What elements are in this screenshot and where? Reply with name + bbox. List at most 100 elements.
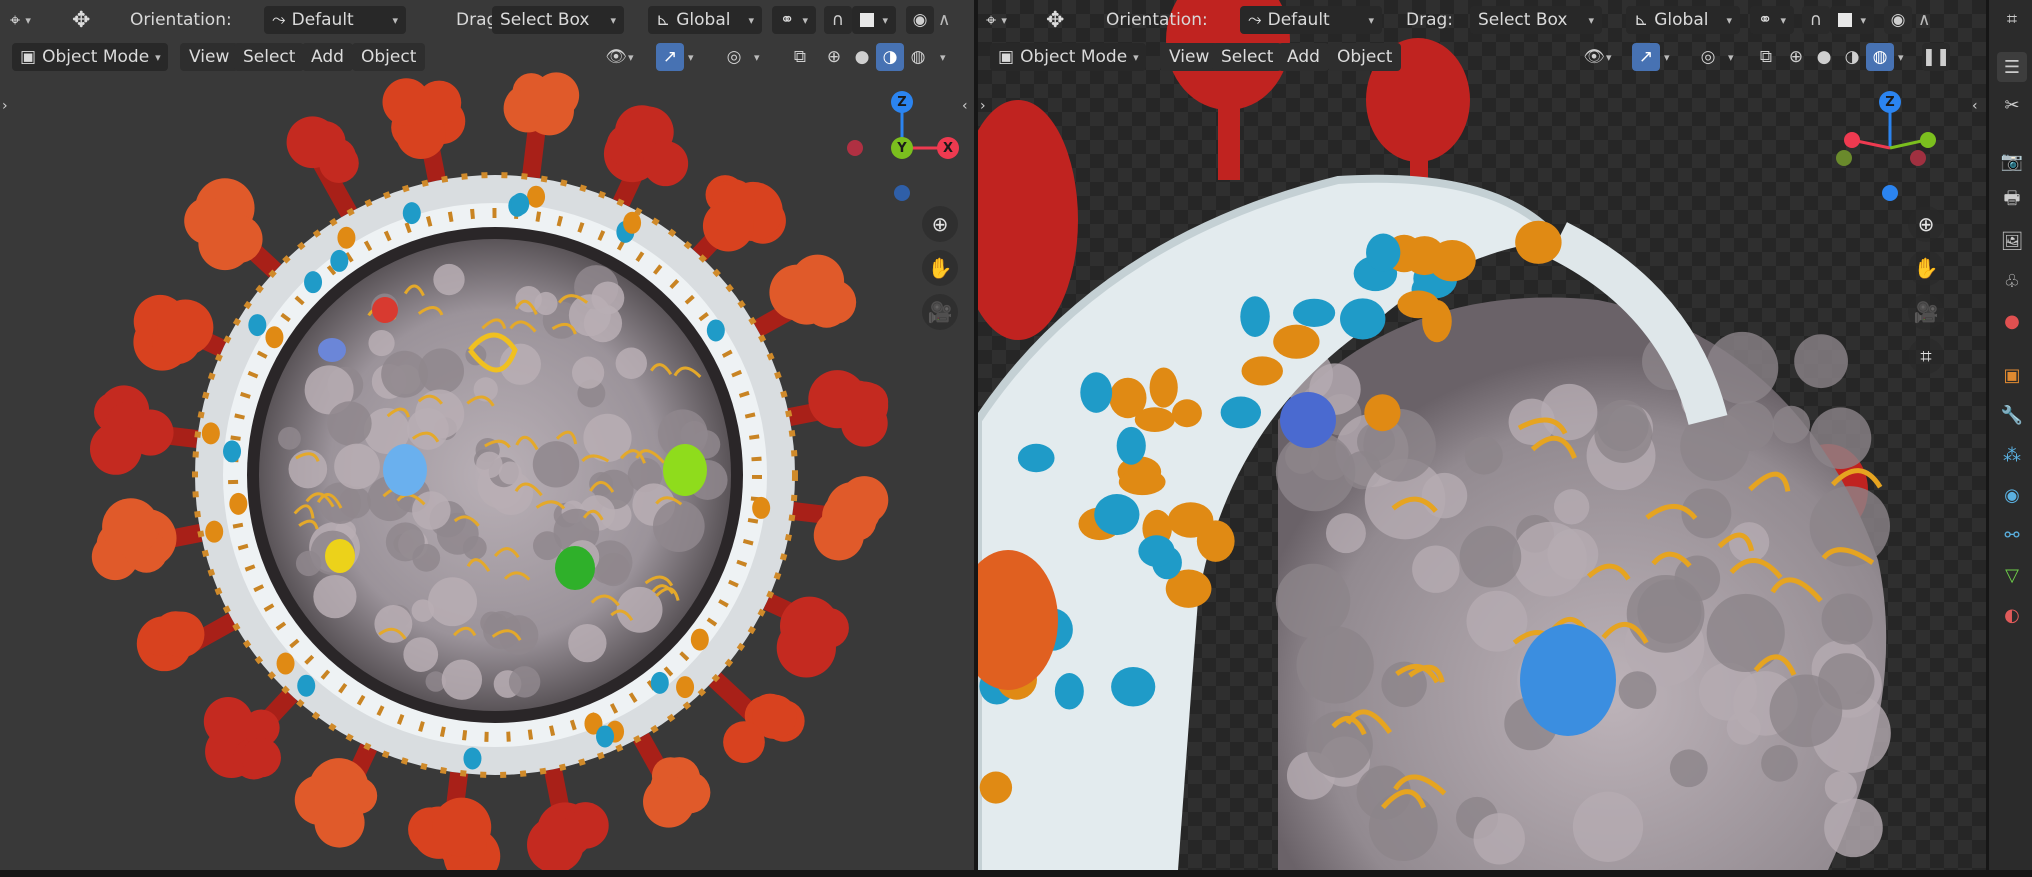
zoom-button[interactable]: ⊕ — [922, 206, 958, 242]
transform-orientation-dropdown[interactable]: ⊾ Global ▾ — [1626, 6, 1740, 34]
menu-select[interactable]: Select — [234, 43, 305, 71]
falloff-dropdown[interactable]: ∧ — [1918, 6, 1946, 34]
tab-data[interactable]: ▽ — [1997, 560, 2027, 590]
chevron-down-icon[interactable]: ▾ — [688, 43, 704, 71]
visibility-toggle[interactable]: 👁 — [602, 43, 630, 71]
proportional-editing-toggle[interactable]: ◉ — [906, 6, 934, 34]
gizmo-x-axis[interactable]: X — [937, 137, 959, 159]
zoom-button[interactable]: ⊕ — [1908, 206, 1944, 242]
drag-dropdown[interactable]: Select Box ▾ — [1470, 6, 1602, 34]
shading-rendered[interactable]: ◍ — [1866, 43, 1894, 71]
chevron-down-icon[interactable]: ▾ — [1664, 43, 1680, 71]
tab-particles[interactable]: ⁂ — [1997, 440, 2027, 470]
chevron-down-icon[interactable]: ▾ — [1898, 43, 1914, 71]
properties-editor-type-icon[interactable]: ⌗ — [1997, 4, 2027, 34]
viewport-left[interactable]: ⌖ ▾ ✥ Orientation: ⤳ Default ▾ Drag: Sel… — [0, 0, 974, 870]
tab-output[interactable]: 🖶 — [1997, 186, 2027, 216]
gizmo-neg-y[interactable] — [1836, 150, 1852, 166]
snap-target-dropdown[interactable]: ▾ — [852, 6, 896, 34]
gizmo-neg-z[interactable] — [894, 185, 910, 201]
proportional-editing-toggle[interactable]: ◉ — [1884, 6, 1912, 34]
gizmo-z-axis[interactable]: Z — [891, 91, 913, 113]
shading-material[interactable]: ◑ — [876, 43, 904, 71]
shading-wireframe[interactable]: ⊕ — [820, 43, 848, 71]
toolbar-expand-arrow[interactable]: › — [980, 98, 986, 114]
mode-dropdown[interactable]: ▣ Object Mode ▾ — [12, 43, 168, 71]
tab-tool[interactable]: ☰ — [1997, 52, 2027, 82]
gizmo-neg-z[interactable] — [1882, 185, 1898, 201]
editor-type-selector[interactable]: ⌖ ▾ — [10, 6, 36, 34]
orientation-dropdown[interactable]: ⤳ Default ▾ — [264, 6, 406, 34]
pause-render-button[interactable]: ❚❚ — [1922, 43, 1950, 71]
transform-gizmo-icon[interactable]: ✥ — [1046, 6, 1064, 34]
mode-dropdown[interactable]: ▣ Object Mode ▾ — [990, 43, 1146, 71]
menu-object[interactable]: Object — [352, 43, 426, 71]
tab-world[interactable]: ● — [1997, 306, 2027, 336]
xray-toggle[interactable]: ⧉ — [1752, 43, 1780, 71]
overlays-toggle[interactable]: ◎ — [720, 43, 748, 71]
sidebar-expand-arrow[interactable]: ‹ — [962, 98, 968, 114]
falloff-dropdown[interactable]: ∧ — [938, 6, 966, 34]
shading-rendered[interactable]: ◍ — [904, 43, 932, 71]
shading-wireframe[interactable]: ⊕ — [1782, 43, 1810, 71]
chevron-down-icon[interactable]: ▾ — [1606, 43, 1622, 71]
snap-toggle[interactable]: ∩ — [824, 6, 852, 34]
pivot-point-dropdown[interactable]: ⚭ ▾ — [1750, 6, 1794, 34]
gizmo-y-axis[interactable]: Y — [891, 137, 913, 159]
gizmo-neg-x[interactable] — [1910, 150, 1926, 166]
menu-view[interactable]: View — [180, 43, 239, 71]
tab-constraints[interactable]: ⚯ — [1997, 520, 2027, 550]
menu-select[interactable]: Select — [1212, 43, 1283, 71]
orientation-dropdown[interactable]: ⤳ Default ▾ — [1240, 6, 1382, 34]
tab-render[interactable]: 📷 — [1997, 146, 2027, 176]
chevron-down-icon[interactable]: ▾ — [754, 43, 770, 71]
viewport-right[interactable]: ⌖ ▾ ✥ Orientation: ⤳ Default ▾ Drag: Sel… — [978, 0, 1986, 870]
tab-scene[interactable]: ♧ — [1997, 266, 2027, 296]
gizmo-toggle[interactable]: ↗ — [656, 43, 684, 71]
menu-object[interactable]: Object — [1328, 43, 1402, 71]
visibility-toggle[interactable]: 👁 — [1580, 43, 1608, 71]
tab-object[interactable]: ▣ — [1997, 360, 2027, 390]
gizmo-toggle[interactable]: ↗ — [1632, 43, 1660, 71]
gizmo-y-axis[interactable] — [1920, 132, 1936, 148]
object-cube-icon: ▣ — [2003, 364, 2021, 386]
toolbar-expand-arrow[interactable]: › — [2, 98, 8, 114]
gizmo-neg-x[interactable] — [847, 140, 863, 156]
menu-add[interactable]: Add — [1278, 43, 1329, 71]
tab-view-layer[interactable]: 🖼 — [1997, 226, 2027, 256]
drag-dropdown[interactable]: Select Box ▾ — [492, 6, 624, 34]
shading-solid[interactable]: ● — [848, 43, 876, 71]
pan-button[interactable]: ✋ — [922, 250, 958, 286]
pan-button[interactable]: ✋ — [1908, 250, 1944, 286]
sidebar-expand-arrow[interactable]: ‹ — [1972, 98, 1978, 114]
editor-type-selector[interactable]: ⌖ ▾ — [986, 6, 1012, 34]
shading-solid[interactable]: ● — [1810, 43, 1838, 71]
chevron-down-icon[interactable]: ▾ — [940, 43, 956, 71]
pivot-point-dropdown[interactable]: ⚭ ▾ — [772, 6, 816, 34]
menu-view[interactable]: View — [1160, 43, 1219, 71]
snap-toggle[interactable]: ∩ — [1802, 6, 1830, 34]
gizmo-z-axis[interactable]: Z — [1879, 91, 1901, 113]
camera-view-button[interactable]: 🎥 — [922, 294, 958, 330]
chevron-down-icon[interactable]: ▾ — [628, 43, 644, 71]
camera-view-button[interactable]: 🎥 — [1908, 294, 1944, 330]
overlays-toggle[interactable]: ◎ — [1694, 43, 1722, 71]
menu-add[interactable]: Add — [302, 43, 353, 71]
gizmo-x-axis[interactable] — [1844, 132, 1860, 148]
xray-toggle[interactable]: ⧉ — [786, 43, 814, 71]
editor-type-icon: ⌖ — [986, 9, 997, 31]
shading-material[interactable]: ◑ — [1838, 43, 1866, 71]
snap-target-dropdown[interactable]: ▾ — [1830, 6, 1874, 34]
navigation-gizmo[interactable]: Z Y X — [842, 88, 962, 208]
orientation-icon: ⤳ — [272, 10, 286, 30]
transform-orientation-dropdown[interactable]: ⊾ Global ▾ — [648, 6, 762, 34]
tab-material[interactable]: ◐ — [1997, 600, 2027, 630]
ortho-toggle-button[interactable]: ⌗ — [1908, 338, 1944, 374]
tab-physics[interactable]: ◉ — [1997, 480, 2027, 510]
chevron-down-icon[interactable]: ▾ — [1728, 43, 1744, 71]
transform-gizmo-icon[interactable]: ✥ — [72, 6, 90, 34]
tab-active-tool[interactable]: ✂ — [1997, 90, 2027, 120]
camera-icon: 🎥 — [927, 300, 953, 324]
tab-modifiers[interactable]: 🔧 — [1997, 400, 2027, 430]
navigation-gizmo[interactable]: Z — [1830, 88, 1950, 208]
